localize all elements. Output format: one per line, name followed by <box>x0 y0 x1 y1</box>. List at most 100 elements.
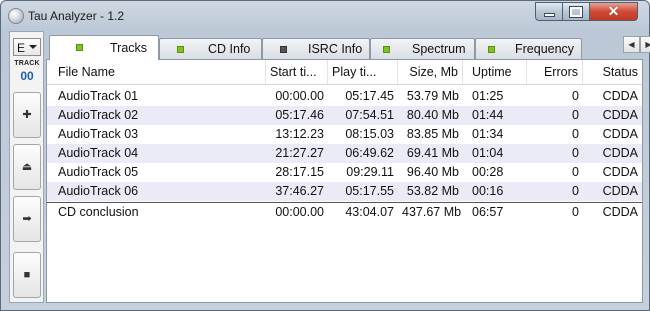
arrow-right-icon: ➡ <box>22 212 32 225</box>
cell-start-time: 37:46.27 <box>275 184 324 198</box>
column-header-start-time[interactable]: Start ti... <box>266 60 328 84</box>
tracks-table: File Name Start ti... Play ti... Size, M… <box>46 59 643 303</box>
status-led-icon <box>488 46 495 53</box>
chevron-right-icon: ▶ <box>645 40 650 49</box>
tab-label: Frequency <box>515 42 575 56</box>
eject-button[interactable]: ⏏ <box>13 144 41 190</box>
drive-select-value: E <box>17 41 26 55</box>
tab-label: CD Info <box>208 42 251 56</box>
table-row[interactable]: AudioTrack 02 05:17.46 07:54.51 80.40 Mb 01:… <box>47 106 642 125</box>
plus-icon: ✚ <box>22 108 32 121</box>
cell-uptime: 01:04 <box>472 146 504 160</box>
cell-errors: 0 <box>572 146 579 160</box>
cell-file-name: AudioTrack 01 <box>58 89 139 103</box>
table-row[interactable]: AudioTrack 05 28:17.15 09:29.11 96.40 Mb 00:… <box>47 163 642 182</box>
table-row[interactable]: AudioTrack 06 37:46.27 05:17.55 53.82 Mb 00:… <box>47 182 642 201</box>
cell-uptime: 06:57 <box>472 205 504 219</box>
cell-errors: 0 <box>572 205 579 219</box>
track-number: 00 <box>20 69 34 83</box>
column-header-size[interactable]: Size, Mb <box>398 60 463 84</box>
tab-frequency[interactable]: Frequency <box>475 38 582 59</box>
table-row[interactable]: AudioTrack 04 21:27.27 06:49.62 69.41 Mb 01:… <box>47 144 642 163</box>
cell-file-name: CD conclusion <box>58 205 139 219</box>
drive-select[interactable]: E <box>13 38 41 56</box>
status-led-icon <box>76 44 83 51</box>
tab-cd-info[interactable]: CD Info <box>159 38 262 59</box>
column-header-status[interactable]: Status <box>583 60 642 84</box>
cell-errors: 0 <box>572 165 579 179</box>
cell-play-time: 05:17.45 <box>345 89 394 103</box>
cell-size: 69.41 Mb <box>406 146 459 160</box>
chevron-down-icon <box>29 45 37 49</box>
close-button[interactable]: ✕ <box>590 2 638 21</box>
cell-file-name: AudioTrack 05 <box>58 165 139 179</box>
app-window: Tau Analyzer - 1.2 ✕ E TRACK 00 ✚ ⏏ ➡ ■ … <box>0 0 650 311</box>
column-header-file-name[interactable]: File Name <box>47 60 266 84</box>
cell-uptime: 01:34 <box>472 127 504 141</box>
cell-errors: 0 <box>572 127 579 141</box>
cell-uptime: 00:28 <box>472 165 504 179</box>
column-header-uptime[interactable]: Uptime <box>463 60 527 84</box>
tab-label: Tracks <box>110 41 148 55</box>
cell-status: CDDA <box>602 127 638 141</box>
cell-status: CDDA <box>602 108 638 122</box>
tab-label: ISRC Info <box>308 42 363 56</box>
tab-tracks[interactable]: Tracks <box>49 35 159 60</box>
cell-file-name: AudioTrack 02 <box>58 108 139 122</box>
tab-scroll-buttons: ◀ ▶ <box>623 36 650 53</box>
cell-start-time: 00:00.00 <box>275 205 324 219</box>
cell-play-time: 07:54.51 <box>345 108 394 122</box>
stop-button[interactable]: ■ <box>13 252 41 298</box>
cell-errors: 0 <box>572 184 579 198</box>
tab-scroll-left-button[interactable]: ◀ <box>623 36 640 53</box>
cell-status: CDDA <box>602 89 638 103</box>
cell-size: 80.40 Mb <box>406 108 459 122</box>
cell-size: 437.67 Mb <box>402 205 462 219</box>
table-header: File Name Start ti... Play ti... Size, M… <box>47 60 642 85</box>
cell-status: CDDA <box>602 184 638 198</box>
chevron-left-icon: ◀ <box>628 40 635 49</box>
cell-file-name: AudioTrack 06 <box>58 184 139 198</box>
cell-uptime: 01:25 <box>472 89 504 103</box>
tab-scroll-right-button[interactable]: ▶ <box>640 36 650 53</box>
cell-uptime: 00:16 <box>472 184 504 198</box>
title-bar[interactable]: Tau Analyzer - 1.2 ✕ <box>1 1 649 31</box>
cell-play-time: 09:29.11 <box>346 165 394 179</box>
cell-start-time: 28:17.15 <box>275 165 324 179</box>
cell-start-time: 13:12.23 <box>275 127 324 141</box>
cell-play-time: 06:49.62 <box>345 146 394 160</box>
cell-file-name: AudioTrack 04 <box>58 146 139 160</box>
add-button[interactable]: ✚ <box>13 92 41 138</box>
cell-size: 83.85 Mb <box>406 127 459 141</box>
column-header-play-time[interactable]: Play ti... <box>328 60 398 84</box>
maximize-button[interactable] <box>563 2 590 21</box>
cell-start-time: 21:27.27 <box>275 146 324 160</box>
cell-status: CDDA <box>602 205 638 219</box>
cell-size: 53.82 Mb <box>406 184 459 198</box>
cell-errors: 0 <box>572 89 579 103</box>
next-button[interactable]: ➡ <box>13 196 41 242</box>
close-icon: ✕ <box>607 3 620 19</box>
cell-status: CDDA <box>602 165 638 179</box>
cell-file-name: AudioTrack 03 <box>58 127 139 141</box>
cell-play-time: 08:15.03 <box>345 127 394 141</box>
table-row[interactable]: AudioTrack 01 00:00.00 05:17.45 53.79 Mb 01:… <box>47 87 642 106</box>
minimize-button[interactable] <box>535 2 563 21</box>
left-toolbar: E TRACK 00 ✚ ⏏ ➡ ■ <box>9 31 44 303</box>
status-led-icon <box>177 46 184 53</box>
tab-label: Spectrum <box>412 42 466 56</box>
summary-row[interactable]: CD conclusion 00:00.00 43:04.07 437.67 Mb 06… <box>47 202 642 222</box>
track-label: TRACK <box>14 60 40 67</box>
column-header-errors[interactable]: Errors <box>527 60 583 84</box>
tab-spectrum[interactable]: Spectrum <box>370 38 475 59</box>
tab-isrc-info[interactable]: ISRC Info <box>262 38 370 59</box>
tab-strip: Tracks CD Info ISRC Info Spectrum Freque… <box>46 35 650 60</box>
table-row[interactable]: AudioTrack 03 13:12.23 08:15.03 83.85 Mb 01:… <box>47 125 642 144</box>
cell-errors: 0 <box>572 108 579 122</box>
cell-play-time: 43:04.07 <box>345 205 394 219</box>
cell-start-time: 00:00.00 <box>275 89 324 103</box>
window-title: Tau Analyzer - 1.2 <box>28 9 125 23</box>
cell-status: CDDA <box>602 146 638 160</box>
cell-start-time: 05:17.46 <box>275 108 324 122</box>
cell-uptime: 01:44 <box>472 108 504 122</box>
